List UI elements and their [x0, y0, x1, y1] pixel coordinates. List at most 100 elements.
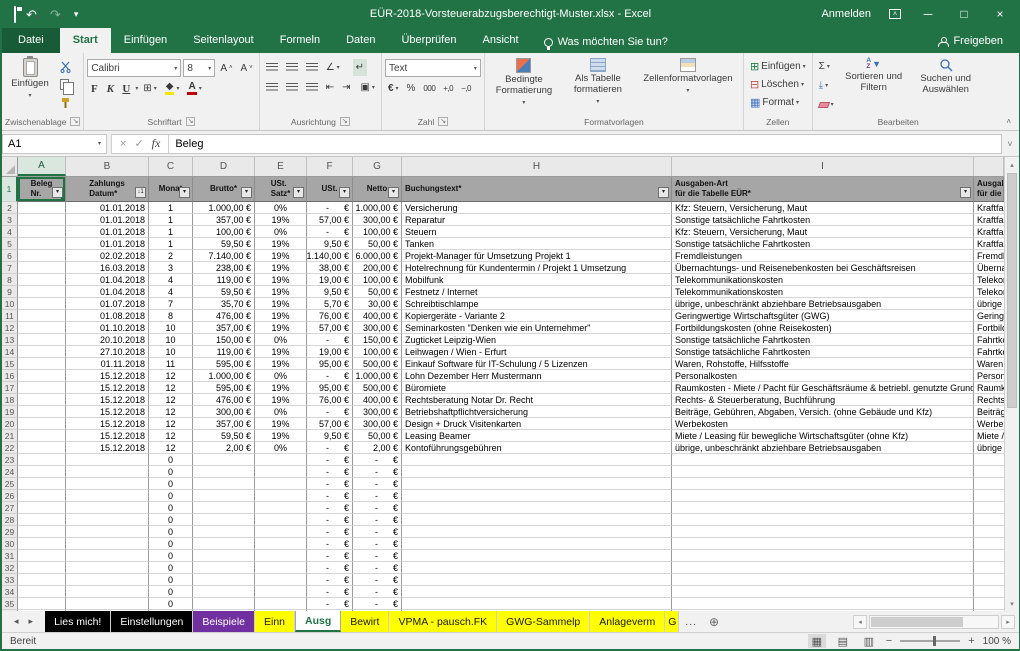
cell[interactable]: 57,00 €: [307, 322, 353, 334]
decrease-font-icon[interactable]: A˅: [238, 60, 256, 77]
select-all-corner[interactable]: [2, 157, 18, 176]
align-top-icon[interactable]: [263, 59, 281, 76]
cell[interactable]: Sonstige tatsächliche Fahrtkosten: [672, 334, 974, 346]
cell[interactable]: 15.12.2018: [66, 406, 149, 418]
cell[interactable]: 01.01.2018: [66, 226, 149, 238]
cell[interactable]: [66, 514, 149, 526]
cell[interactable]: - €: [307, 370, 353, 382]
cell[interactable]: - €: [307, 406, 353, 418]
cell[interactable]: [974, 586, 1004, 598]
cell[interactable]: - €: [307, 574, 353, 586]
cell[interactable]: 300,00 €: [353, 418, 402, 430]
row-number[interactable]: 7: [2, 262, 18, 274]
cell[interactable]: - €: [353, 478, 402, 490]
cell[interactable]: - €: [307, 514, 353, 526]
cell[interactable]: 595,00 €: [193, 358, 255, 370]
share-button[interactable]: Freigeben: [926, 31, 1015, 51]
cell[interactable]: Design + Druck Visitenkarten: [402, 418, 672, 430]
cell[interactable]: - €: [307, 466, 353, 478]
name-box[interactable]: A1▾: [2, 134, 107, 154]
cell[interactable]: [66, 550, 149, 562]
cell[interactable]: 11: [149, 358, 193, 370]
cell[interactable]: 4: [149, 274, 193, 286]
cell[interactable]: 01.08.2018: [66, 310, 149, 322]
cell[interactable]: 0%: [255, 406, 307, 418]
cell[interactable]: - €: [353, 502, 402, 514]
cell[interactable]: [18, 430, 66, 442]
maximize-button[interactable]: □: [955, 7, 973, 21]
scroll-left-icon[interactable]: ◂: [853, 615, 867, 629]
increase-font-icon[interactable]: A˄: [217, 60, 235, 77]
close-button[interactable]: ×: [991, 7, 1009, 21]
cell[interactable]: 1: [149, 214, 193, 226]
bold-button[interactable]: F: [87, 83, 101, 95]
cell[interactable]: 02.02.2018: [66, 250, 149, 262]
cell[interactable]: 95,00 €: [307, 382, 353, 394]
enter-icon[interactable]: ✓: [134, 137, 143, 150]
cell[interactable]: 9,50 €: [307, 238, 353, 250]
cell[interactable]: 0: [149, 610, 193, 611]
cell[interactable]: 300,00 €: [353, 406, 402, 418]
zoom-out-icon[interactable]: −: [886, 635, 892, 647]
cell[interactable]: - €: [353, 490, 402, 502]
col-letter-G[interactable]: G: [353, 157, 402, 176]
conditional-formatting-button[interactable]: Bedingte Formatierung▾: [488, 55, 560, 106]
find-select-button[interactable]: Suchen und Auswählen: [911, 55, 981, 96]
row-number[interactable]: 16: [2, 370, 18, 382]
cell[interactable]: 19%: [255, 274, 307, 286]
cell[interactable]: 0: [149, 538, 193, 550]
cell[interactable]: Schreibtischlampe: [402, 298, 672, 310]
horizontal-scroll-track[interactable]: [869, 615, 999, 629]
sheet-tab-lies-mich-[interactable]: Lies mich!: [45, 611, 111, 632]
cell[interactable]: Telekom: [974, 274, 1004, 286]
filter-icon[interactable]: ▾: [293, 187, 304, 198]
cell[interactable]: Büromiete: [402, 382, 672, 394]
cell[interactable]: 1: [149, 202, 193, 214]
col-letter-F[interactable]: F: [307, 157, 353, 176]
cell[interactable]: 01.04.2018: [66, 274, 149, 286]
cell[interactable]: 15.12.2018: [66, 418, 149, 430]
cell[interactable]: [18, 334, 66, 346]
cell[interactable]: 15.12.2018: [66, 370, 149, 382]
horizontal-scroll-thumb[interactable]: [871, 617, 963, 627]
col-letter-A[interactable]: A: [18, 157, 66, 176]
cell[interactable]: [193, 514, 255, 526]
cell[interactable]: Fahrtkos: [974, 334, 1004, 346]
cell[interactable]: 476,00 €: [193, 310, 255, 322]
cell[interactable]: 7: [149, 298, 193, 310]
cell[interactable]: 57,00 €: [307, 418, 353, 430]
cell[interactable]: [974, 598, 1004, 610]
header-C[interactable]: Monat▾: [149, 177, 193, 202]
cell[interactable]: [18, 226, 66, 238]
cell[interactable]: [255, 598, 307, 610]
cell[interactable]: - €: [353, 514, 402, 526]
cell[interactable]: - €: [307, 502, 353, 514]
cell[interactable]: Kraftfah: [974, 226, 1004, 238]
cell[interactable]: [66, 598, 149, 610]
cell[interactable]: Sonstige tatsächliche Fahrtkosten: [672, 346, 974, 358]
cell[interactable]: 0: [149, 586, 193, 598]
cell[interactable]: [255, 478, 307, 490]
cell[interactable]: [402, 526, 672, 538]
cell[interactable]: Kontoführungsgebühren: [402, 442, 672, 454]
cell[interactable]: [66, 490, 149, 502]
cell[interactable]: 200,00 €: [353, 262, 402, 274]
dialog-launcher-icon[interactable]: ↘: [438, 117, 448, 126]
scroll-down-icon[interactable]: ▾: [1005, 596, 1019, 611]
cell[interactable]: 0: [149, 466, 193, 478]
row-number[interactable]: 28: [2, 514, 18, 526]
ribbon-tab-daten[interactable]: Daten: [333, 28, 388, 53]
cell[interactable]: Tanken: [402, 238, 672, 250]
cell[interactable]: [193, 610, 255, 611]
row-number[interactable]: 13: [2, 334, 18, 346]
dialog-launcher-icon[interactable]: ↘: [70, 117, 80, 126]
cell[interactable]: 0%: [255, 370, 307, 382]
insert-cells-button[interactable]: ⊞Einfügen▾: [747, 58, 809, 75]
sort-filter-icon[interactable]: ↓1: [135, 187, 146, 198]
cell[interactable]: 59,50 €: [193, 238, 255, 250]
cell[interactable]: 01.01.2018: [66, 238, 149, 250]
cell[interactable]: 0%: [255, 202, 307, 214]
cell[interactable]: [66, 478, 149, 490]
cell[interactable]: - €: [307, 550, 353, 562]
cell[interactable]: 0: [149, 478, 193, 490]
